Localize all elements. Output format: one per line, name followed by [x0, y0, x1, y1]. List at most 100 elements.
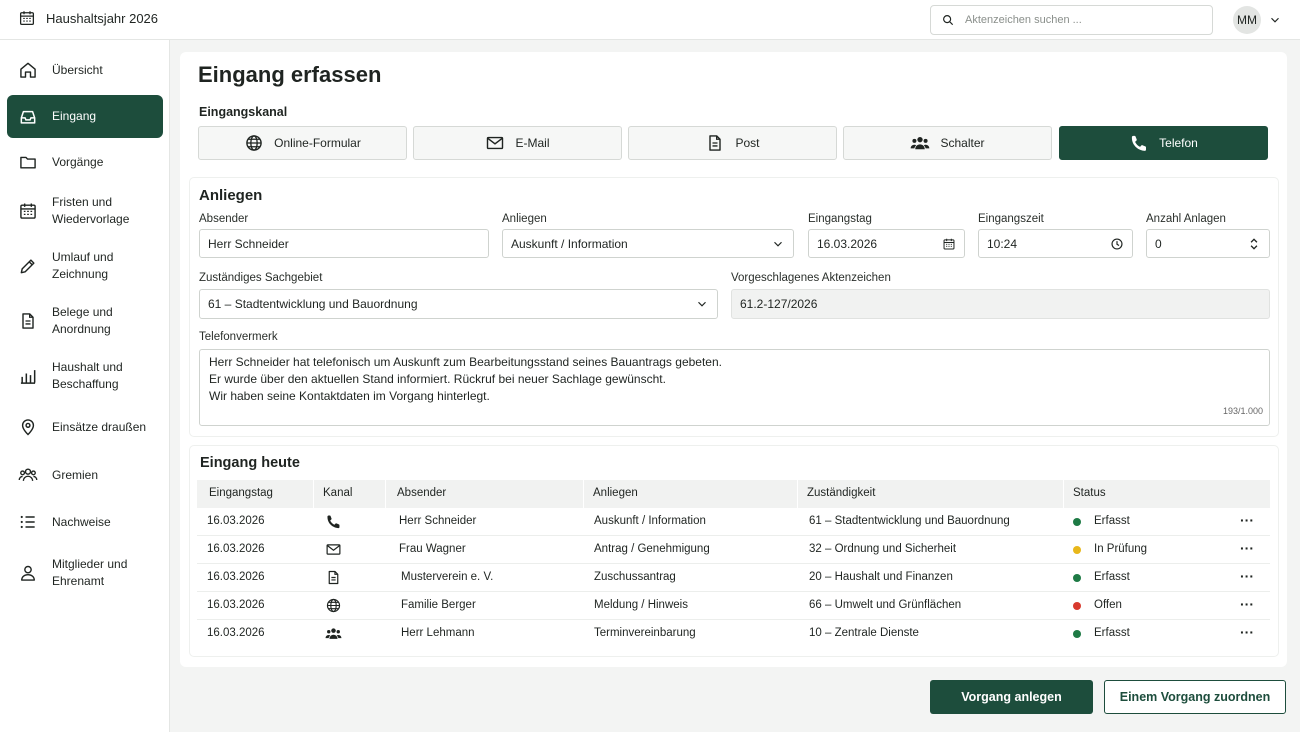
- column-header[interactable]: Anliegen: [593, 487, 638, 499]
- channel-online-form-button[interactable]: Online-Formular: [198, 126, 407, 160]
- sidebar-item-label: Einsätze draußen: [52, 419, 147, 434]
- status-badge: Erfasst: [1094, 515, 1130, 527]
- phone-note-textarea[interactable]: Herr Schneider hat telefonisch um Auskun…: [199, 349, 1270, 426]
- row-menu-button[interactable]: ···: [1240, 512, 1254, 528]
- attachments-stepper[interactable]: 0: [1146, 229, 1270, 258]
- concern-select[interactable]: Auskunft / Information: [502, 229, 794, 258]
- cell-concern: Zuschussantrag: [594, 571, 676, 583]
- channel-label: Telefon: [1159, 136, 1198, 150]
- inbox-icon: [18, 107, 38, 127]
- cell-sender: Frau Wagner: [399, 543, 466, 555]
- sidebar-item-label: Umlauf und Zeichnung: [52, 250, 114, 281]
- table-row[interactable]: 16.03.2026 Frau Wagner Antrag / Genehmig…: [197, 536, 1270, 564]
- sidebar-item-gremien[interactable]: Gremien: [7, 461, 163, 489]
- sidebar-item-belege[interactable]: Belege und Anordnung: [7, 303, 163, 339]
- column-header[interactable]: Eingangstag: [209, 487, 273, 499]
- sidebar-item-label: Gremien: [52, 467, 99, 482]
- column-header[interactable]: Zuständigkeit: [807, 487, 875, 499]
- channel-phone-button[interactable]: Telefon: [1059, 126, 1268, 160]
- character-counter: 193/1.000: [1222, 406, 1263, 416]
- date-value: 16.03.2026: [817, 236, 878, 251]
- cell-responsible: 66 – Umwelt und Grünflächen: [809, 599, 962, 611]
- cell-responsible: 61 – Stadtentwicklung und Bauordnung: [809, 515, 1010, 527]
- people-icon: [18, 465, 38, 485]
- cell-date: 16.03.2026: [207, 515, 265, 527]
- row-menu-button[interactable]: ···: [1240, 568, 1254, 584]
- note-line: Herr Schneider hat telefonisch um Auskun…: [209, 355, 722, 369]
- note-line: Er wurde über den aktuellen Stand inform…: [209, 372, 666, 386]
- fiscal-year-selector[interactable]: Haushaltsjahr 2026: [18, 9, 158, 27]
- cell-sender: Musterverein e. V.: [401, 571, 494, 583]
- channel-selector: Online-Formular E-Mail Post Schalter Tel…: [198, 126, 1268, 160]
- sidebar-item-label: Übersicht: [52, 62, 103, 77]
- cell-sender: Familie Berger: [401, 599, 476, 611]
- column-divider: [583, 480, 584, 508]
- clock-icon[interactable]: [1110, 237, 1124, 251]
- time-label: Eingangszeit: [978, 213, 1044, 225]
- department-select[interactable]: 61 – Stadtentwicklung und Bauordnung: [199, 289, 718, 319]
- status-dot: [1073, 518, 1081, 526]
- table-row[interactable]: 16.03.2026 Herr Lehmann Terminvereinbaru…: [197, 620, 1270, 648]
- sender-input[interactable]: Herr Schneider: [199, 229, 489, 258]
- sidebar-item-mitglieder[interactable]: Mitglieder und Ehrenamt: [7, 555, 163, 591]
- date-input[interactable]: 16.03.2026: [808, 229, 965, 258]
- channel-post-button[interactable]: Post: [628, 126, 837, 160]
- stepper-arrows-icon[interactable]: [1247, 237, 1261, 251]
- sidebar-item-label: Vorgänge: [52, 154, 104, 169]
- status-dot: [1073, 574, 1081, 582]
- table-row[interactable]: 16.03.2026 Herr Schneider Auskunft / Inf…: [197, 508, 1270, 536]
- search-box[interactable]: [930, 5, 1213, 35]
- sidebar-item-nachweise[interactable]: Nachweise: [7, 508, 163, 536]
- time-input[interactable]: 10:24: [978, 229, 1133, 258]
- row-menu-button[interactable]: ···: [1240, 540, 1254, 556]
- row-menu-button[interactable]: ···: [1240, 624, 1254, 640]
- note-line: Wir haben seine Kontaktdaten im Vorgang …: [209, 389, 490, 403]
- concern-label: Anliegen: [502, 213, 547, 225]
- column-divider: [385, 480, 386, 508]
- sidebar-item-einsaetze[interactable]: Einsätze draußen: [7, 413, 163, 441]
- sidebar-item-uebersicht[interactable]: Übersicht: [7, 56, 163, 84]
- channel-label: E-Mail: [515, 136, 550, 150]
- sidebar-item-eingang[interactable]: Eingang: [7, 95, 163, 138]
- sidebar-item-umlauf[interactable]: Umlauf und Zeichnung: [7, 248, 163, 284]
- search-icon: [941, 13, 955, 27]
- home-icon: [18, 60, 38, 80]
- cell-date: 16.03.2026: [207, 627, 265, 639]
- sidebar: Übersicht Eingang Vorgänge Fristen und W…: [0, 40, 170, 732]
- cell-concern: Meldung / Hinweis: [594, 599, 688, 611]
- phone-icon: [1129, 133, 1149, 153]
- fiscal-year-label: Haushaltsjahr 2026: [46, 10, 159, 26]
- globe-icon: [244, 133, 264, 153]
- table-row[interactable]: 16.03.2026 Musterverein e. V. Zuschussan…: [197, 564, 1270, 592]
- today-section-title: Eingang heute: [200, 455, 300, 471]
- column-header[interactable]: Kanal: [323, 487, 352, 499]
- row-menu-button[interactable]: ···: [1240, 596, 1254, 612]
- cell-concern: Antrag / Genehmigung: [594, 543, 710, 555]
- search-input[interactable]: [965, 14, 1195, 26]
- status-dot: [1073, 630, 1081, 638]
- cell-responsible: 32 – Ordnung und Sicherheit: [809, 543, 957, 555]
- assign-to-case-button[interactable]: Einem Vorgang zuordnen: [1104, 680, 1286, 714]
- status-badge: Erfasst: [1094, 627, 1130, 639]
- sidebar-item-fristen[interactable]: Fristen und Wiedervorlage: [7, 193, 163, 229]
- avatar[interactable]: MM: [1233, 6, 1261, 34]
- table-row[interactable]: 16.03.2026 Familie Berger Meldung / Hinw…: [197, 592, 1270, 620]
- sender-label: Absender: [199, 213, 249, 225]
- chevron-down-icon[interactable]: [1268, 13, 1282, 27]
- cell-responsible: 10 – Zentrale Dienste: [809, 627, 919, 639]
- column-header[interactable]: Absender: [397, 487, 446, 499]
- channel-email-button[interactable]: E-Mail: [413, 126, 622, 160]
- column-header[interactable]: Status: [1073, 487, 1106, 499]
- channel-counter-button[interactable]: Schalter: [843, 126, 1052, 160]
- create-case-button[interactable]: Vorgang anlegen: [930, 680, 1093, 714]
- folder-icon: [18, 152, 38, 172]
- cell-sender: Herr Schneider: [399, 515, 477, 527]
- user-icon: [18, 563, 38, 583]
- sidebar-item-haushalt[interactable]: Haushalt und Beschaffung: [7, 358, 163, 394]
- sidebar-item-vorgaenge[interactable]: Vorgänge: [7, 148, 163, 176]
- pencil-icon: [18, 256, 38, 276]
- status-dot: [1073, 602, 1081, 610]
- calendar-icon[interactable]: [942, 237, 956, 251]
- file-number-label: Vorgeschlagenes Aktenzeichen: [731, 272, 891, 284]
- table-header: Eingangstag Kanal Absender Anliegen Zust…: [197, 480, 1270, 508]
